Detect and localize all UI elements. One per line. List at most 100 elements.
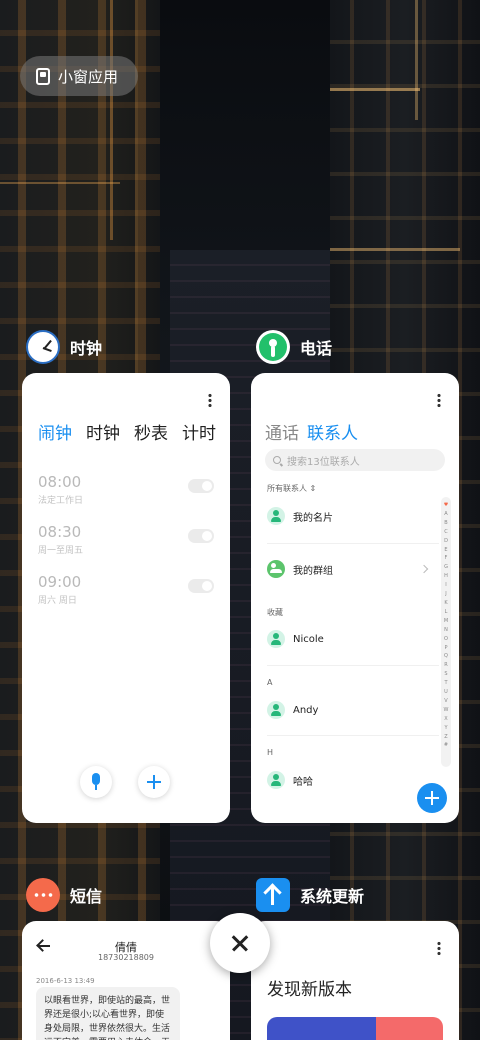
phone-app-card[interactable]: 通话 联系人 搜索13位联系人 所有联系人 ⇕ 我的名片 我的群组 收藏 Nic… bbox=[251, 373, 459, 823]
sms-app-card[interactable]: 倩倩 18730218809 2016-6-13 13:49 以眼看世界，即使站… bbox=[22, 921, 230, 1040]
app-label-sms: 短信 bbox=[26, 878, 102, 912]
app-label-update: 系统更新 bbox=[256, 878, 364, 912]
index-letter[interactable]: X bbox=[444, 715, 447, 724]
avatar bbox=[267, 507, 285, 525]
more-menu-icon[interactable] bbox=[208, 393, 212, 407]
all-contacts-filter[interactable]: 所有联系人 ⇕ bbox=[267, 483, 316, 494]
search-icon bbox=[273, 456, 281, 464]
phone-app-name: 电话 bbox=[300, 339, 333, 358]
contact-row[interactable]: 哈哈 bbox=[267, 769, 437, 791]
index-letter[interactable]: P bbox=[444, 644, 447, 653]
app-label-phone: 电话 bbox=[256, 330, 332, 364]
system-update-app-icon bbox=[256, 878, 290, 912]
app-label-clock: 时钟 bbox=[26, 330, 102, 364]
group-icon bbox=[267, 560, 285, 578]
alarm-item[interactable]: 08:30 周一至周五 bbox=[38, 523, 214, 556]
update-title: 发现新版本 bbox=[267, 980, 352, 1000]
contact-name: Nicole bbox=[293, 633, 324, 645]
avatar bbox=[267, 630, 285, 648]
clock-tabs: 闹钟 时钟 秒表 计时 bbox=[38, 419, 216, 444]
my-card-row[interactable]: 我的名片 bbox=[267, 505, 437, 527]
index-letter[interactable]: S bbox=[444, 670, 447, 679]
index-letter[interactable]: C bbox=[444, 528, 448, 537]
index-letter[interactable]: O bbox=[444, 635, 448, 644]
tab-alarm[interactable]: 闹钟 bbox=[38, 419, 72, 444]
index-letter[interactable]: M bbox=[444, 617, 448, 626]
index-letter[interactable]: Z bbox=[444, 733, 447, 742]
tab-stopwatch[interactable]: 秒表 bbox=[134, 419, 168, 444]
small-window-icon bbox=[36, 67, 50, 85]
index-letter[interactable]: D bbox=[444, 537, 448, 546]
clock-app-name: 时钟 bbox=[70, 339, 103, 358]
index-letter[interactable]: K bbox=[444, 599, 447, 608]
contact-row[interactable]: Andy bbox=[267, 699, 437, 721]
index-letter[interactable]: Y bbox=[444, 724, 447, 733]
alarm-item[interactable]: 09:00 周六 周日 bbox=[38, 573, 214, 606]
small-window-apps-button[interactable]: 小窗应用 bbox=[20, 56, 138, 96]
index-letter[interactable]: H bbox=[444, 572, 448, 581]
index-letter[interactable]: R bbox=[444, 661, 447, 670]
contact-row[interactable]: Nicole bbox=[267, 628, 437, 650]
message-bubble: 以眼看世界，即使站的最高，世界还是很小;以心看世界，即使身处局限，世界依然很大。… bbox=[36, 987, 180, 1040]
add-alarm-button[interactable] bbox=[138, 766, 170, 798]
index-letter[interactable]: I bbox=[445, 581, 446, 590]
all-contacts-label: 所有联系人 bbox=[267, 484, 307, 493]
alarm-toggle[interactable] bbox=[188, 529, 214, 543]
more-menu-icon[interactable] bbox=[437, 941, 441, 955]
alarm-item[interactable]: 08:00 法定工作日 bbox=[38, 473, 214, 506]
index-letter[interactable]: L bbox=[445, 608, 448, 617]
index-letter[interactable]: Q bbox=[444, 652, 448, 661]
contact-name: Andy bbox=[293, 704, 319, 716]
alarm-toggle[interactable] bbox=[188, 579, 214, 593]
sms-app-name: 短信 bbox=[70, 887, 103, 906]
alarm-repeat: 法定工作日 bbox=[38, 496, 84, 506]
index-letter[interactable]: B bbox=[444, 519, 447, 528]
index-letter[interactable]: W bbox=[444, 706, 449, 715]
avatar bbox=[267, 771, 285, 789]
index-letter[interactable]: # bbox=[444, 741, 448, 750]
sms-app-icon bbox=[26, 878, 60, 912]
clock-app-card[interactable]: 闹钟 时钟 秒表 计时 08:00 法定工作日 08:30 周一至周五 09:0… bbox=[22, 373, 230, 823]
my-groups-label: 我的群组 bbox=[293, 565, 333, 577]
conversation-contact-number: 18730218809 bbox=[98, 953, 154, 962]
update-app-name: 系统更新 bbox=[300, 887, 365, 906]
index-letter[interactable]: U bbox=[444, 688, 448, 697]
alphabet-index-scrollbar[interactable]: ♥ A B C D E F G H I J K L M N O P Q R S T U V W X Y Z # bbox=[441, 497, 451, 767]
contact-name: 哈哈 bbox=[293, 776, 313, 788]
my-card-label: 我的名片 bbox=[293, 512, 333, 524]
add-contact-button[interactable] bbox=[417, 783, 447, 813]
section-header: H bbox=[267, 748, 274, 757]
index-letter[interactable]: T bbox=[444, 679, 447, 688]
tab-clock[interactable]: 时钟 bbox=[86, 419, 120, 444]
index-letter[interactable]: A bbox=[444, 510, 447, 519]
my-groups-row[interactable]: 我的群组 bbox=[267, 558, 437, 580]
sort-toggle-icon: ⇕ bbox=[309, 484, 317, 493]
index-letter[interactable]: E bbox=[444, 546, 447, 555]
index-letter[interactable]: J bbox=[445, 590, 446, 599]
tab-timer[interactable]: 计时 bbox=[182, 419, 216, 444]
search-placeholder: 搜索13位联系人 bbox=[287, 456, 360, 468]
tab-contacts[interactable]: 联系人 bbox=[307, 419, 358, 444]
index-letter[interactable]: F bbox=[445, 554, 448, 563]
alarm-toggle[interactable] bbox=[188, 479, 214, 493]
alarm-repeat: 周六 周日 bbox=[38, 596, 77, 606]
small-window-label: 小窗应用 bbox=[58, 67, 119, 86]
index-letter[interactable]: N bbox=[444, 626, 448, 635]
section-header: A bbox=[267, 678, 273, 687]
index-letter[interactable]: ♥ bbox=[444, 501, 448, 510]
message-timestamp: 2016-6-13 13:49 bbox=[36, 977, 95, 985]
contact-search-input[interactable]: 搜索13位联系人 bbox=[265, 449, 445, 471]
phone-app-icon bbox=[256, 330, 290, 364]
avatar bbox=[267, 701, 285, 719]
voice-alarm-button[interactable] bbox=[80, 766, 112, 798]
close-all-button[interactable] bbox=[210, 913, 270, 973]
tab-calls[interactable]: 通话 bbox=[265, 419, 299, 444]
alarm-repeat: 周一至周五 bbox=[38, 546, 84, 556]
index-letter[interactable]: V bbox=[444, 697, 447, 706]
index-letter[interactable]: G bbox=[444, 563, 448, 572]
clock-app-icon bbox=[26, 330, 60, 364]
update-app-card[interactable]: 发现新版本 bbox=[251, 921, 459, 1040]
more-menu-icon[interactable] bbox=[437, 393, 441, 407]
phone-tabs: 通话 联系人 bbox=[265, 419, 358, 444]
update-banner bbox=[267, 1017, 443, 1040]
